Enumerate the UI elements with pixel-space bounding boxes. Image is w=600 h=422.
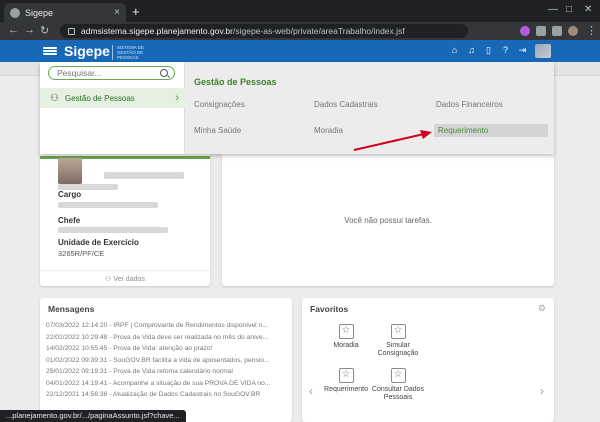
no-tasks-message: Você não possui tarefas. [344,216,432,225]
tasks-card: Você não possui tarefas. [222,152,554,286]
chevron-left-icon[interactable]: ‹ [309,384,313,398]
mega-menu: ⚇ Gestão de Pessoas › Gestão de Pessoas … [40,62,554,154]
favorite-simular-consignacao[interactable]: Simular Consignação [368,324,428,358]
close-tab-icon[interactable]: × [114,7,120,18]
unidade-label: Unidade de Exercício [58,238,139,247]
app-header: Sigepe SISTEMA DE GESTÃO DE PESSOAS ⌂ ♫ … [0,40,600,62]
messages-title: Mensagens [48,304,95,314]
favorites-title: Favoritos [310,304,349,314]
favorite-moradia[interactable]: Moradia [316,324,376,350]
ver-dados-link[interactable]: ⚇ Ver dados [40,270,210,283]
home-icon[interactable]: ⌂ [449,45,460,56]
maximize-icon[interactable]: □ [566,4,572,15]
chevron-right-icon: › [175,92,179,104]
messages-card: Mensagens 07/03/2022 12:14:20 - IRPF | C… [40,298,292,422]
favorite-label: Simular Consignação [377,342,419,357]
menu-link-moradia[interactable]: Moradia [314,126,343,135]
address-bar[interactable]: admsistema.sigepe.planejamento.gov.br /s… [60,24,468,38]
extension-icon[interactable] [520,26,530,36]
minimize-icon[interactable]: — [548,4,558,15]
status-bar-url: ...planejamento.gov.br/.../paginaAssunto… [0,410,186,422]
tab-title: Sigepe [25,7,54,18]
reload-icon[interactable]: ↻ [40,24,49,37]
chefe-label: Chefe [58,216,81,225]
menu-link-consignacoes[interactable]: Consignações [194,100,245,109]
forward-icon[interactable]: → [24,24,35,36]
globe-icon [10,7,20,18]
favorite-label: Moradia [333,342,359,349]
avatar [58,158,82,184]
back-icon[interactable]: ← [8,24,19,36]
menu-section-title: Gestão de Pessoas [194,77,277,87]
logout-icon[interactable]: ⇥ [517,45,528,56]
sidepanel-icon[interactable] [552,26,562,36]
message-item[interactable]: 04/01/2022 14:19:41 - Acompanhe a situaç… [46,380,288,392]
favorite-label: Requerimento [324,386,368,393]
browser-toolbar: ← → ↻ admsistema.sigepe.planejamento.gov… [0,22,600,40]
search-icon[interactable] [160,69,168,77]
sidebar-item-label: Gestão de Pessoas [64,93,135,103]
chevron-right-icon[interactable]: › [540,384,544,398]
annotation-arrow [353,130,432,151]
gear-icon[interactable]: ⚙ [538,303,546,314]
ver-dados-label: Ver dados [113,276,145,283]
url-path: /sigepe-as-web/private/areaTrabalho/inde… [232,26,405,36]
bell-icon[interactable]: ♫ [466,45,477,56]
favorite-requerimento[interactable]: Requerimento [316,368,376,394]
menu-link-requerimento[interactable]: Requerimento [434,124,548,137]
sidebar-item-gestao-pessoas[interactable]: ⚇ Gestão de Pessoas › [40,88,185,108]
profile-avatar[interactable] [568,26,578,36]
menu-link-dados-financeiros[interactable]: Dados Financeiros [436,100,503,109]
puzzle-icon[interactable] [536,26,546,36]
help-icon[interactable]: ? [500,45,511,56]
menu-link-dados-cadastrais[interactable]: Dados Cadastrais [314,100,378,109]
star-icon [390,324,406,339]
message-item[interactable]: 22/12/2021 14:56:36 - Atualização de Dad… [46,391,288,403]
user-name-redacted [104,172,184,179]
hamburger-icon[interactable] [42,44,58,58]
chefe-value-redacted [58,227,168,233]
menu-link-minha-saude[interactable]: Minha Saúde [194,126,241,135]
user-avatar[interactable] [535,44,551,58]
star-icon [390,368,406,383]
message-item[interactable]: 07/03/2022 12:14:20 - IRPF | Comprovante… [46,322,288,334]
search-input[interactable] [48,66,175,80]
profile-card: Cargo Chefe Unidade de Exercício 3265R/P… [40,152,210,286]
messages-list: 07/03/2022 12:14:20 - IRPF | Comprovante… [46,322,288,403]
brand-subtitle: SISTEMA DE GESTÃO DE PESSOAS [112,45,158,60]
message-item[interactable]: 22/02/2022 10:29:48 - Prova de Vida deve… [46,334,288,346]
brand-logo[interactable]: Sigepe [64,43,110,59]
new-tab-button[interactable]: + [132,4,140,19]
browser-tab[interactable]: Sigepe × [4,3,126,22]
unidade-value: 3265R/PF/CE [58,249,105,258]
favorite-consultar-dados[interactable]: Consultar Dados Pessoais [368,368,428,402]
favorite-label: Consultar Dados Pessoais [371,386,425,401]
favorites-card: Favoritos ⚙ Moradia Simular Consignação … [302,298,554,422]
star-icon [338,324,354,339]
close-window-icon[interactable]: ✕ [584,4,592,15]
url-host: admsistema.sigepe.planejamento.gov.br [81,26,233,36]
message-item[interactable]: 01/02/2022 09:39:31 - SouGOV.BR facilita… [46,357,288,369]
cargo-label: Cargo [58,190,82,199]
book-icon[interactable]: ▯ [483,45,494,56]
lock-icon [68,27,75,35]
chrome-menu-icon[interactable]: ⋮ [586,24,597,37]
mega-menu-sidebar: ⚇ Gestão de Pessoas › [40,62,185,154]
message-item[interactable]: 25/01/2022 09:19:31 - Prova de Vida reto… [46,368,288,380]
browser-tabstrip: Sigepe × + — □ ✕ [0,0,600,22]
people-icon: ⚇ [50,92,59,104]
message-item[interactable]: 14/02/2022 10:55:45 - Prova de Vida: ate… [46,345,288,357]
star-icon [338,368,354,383]
cargo-value-redacted [58,202,158,208]
